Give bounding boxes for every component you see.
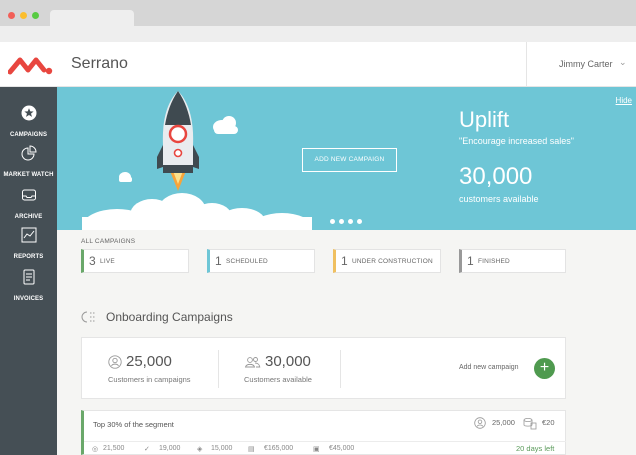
segment-metric: 15,000 bbox=[211, 445, 233, 452]
sidebar-item-label: CAMPAIGNS bbox=[9, 132, 48, 138]
status-finished[interactable]: 1 FINISHED bbox=[459, 249, 566, 273]
stat-divider bbox=[218, 350, 219, 388]
status-live[interactable]: 3 LIVE bbox=[81, 249, 189, 273]
star-icon bbox=[21, 105, 36, 121]
segment-divider bbox=[84, 441, 566, 442]
sidebar-item-archive[interactable]: ARCHIVE bbox=[0, 187, 57, 223]
tag-icon: ◈ bbox=[197, 446, 203, 453]
hero-count: 30,000 bbox=[459, 163, 533, 190]
sidebar-item-label: MARKET WATCH bbox=[3, 172, 54, 178]
eye-icon: ◎ bbox=[92, 446, 99, 453]
customers-in-campaigns-label: Customers in campaigns bbox=[108, 375, 191, 384]
status-label: SCHEDULED bbox=[226, 258, 268, 265]
onboarding-stats-panel: 25,000 Customers in campaigns 30,000 Cus… bbox=[81, 337, 566, 399]
sidebar-item-campaigns[interactable]: CAMPAIGNS bbox=[0, 105, 57, 141]
status-count: 3 bbox=[89, 254, 96, 268]
add-campaign-plus-button[interactable]: + bbox=[534, 358, 555, 379]
segment-metric: 21,500 bbox=[103, 445, 125, 452]
main-content: ALL CAMPAIGNS 3 LIVE 1 SCHEDULED 1 UNDER… bbox=[57, 230, 636, 455]
status-under-construction[interactable]: 1 UNDER CONSTRUCTION bbox=[333, 249, 441, 273]
status-label: LIVE bbox=[100, 258, 115, 265]
carousel-dot[interactable] bbox=[330, 219, 335, 224]
status-count: 1 bbox=[341, 254, 348, 268]
status-count: 1 bbox=[467, 254, 474, 268]
user-circle-icon bbox=[108, 355, 122, 369]
users-icon bbox=[244, 357, 261, 368]
check-circle-icon: ✓ bbox=[144, 446, 150, 453]
sidebar-item-reports[interactable]: REPORTS bbox=[0, 227, 57, 263]
days-left: 20 days left bbox=[516, 444, 555, 453]
section-title: Onboarding Campaigns bbox=[106, 310, 233, 324]
chevron-down-icon[interactable]: ⌄ bbox=[619, 57, 627, 68]
serrano-logo-icon[interactable] bbox=[8, 56, 54, 76]
segment-price: €20 bbox=[542, 418, 555, 427]
segment-card[interactable]: Top 30% of the segment 25,000 €20 ◎ 21,5… bbox=[81, 410, 566, 455]
status-count: 1 bbox=[215, 254, 222, 268]
customers-in-campaigns-value: 25,000 bbox=[126, 353, 172, 370]
sidebar-item-market-watch[interactable]: MARKET WATCH bbox=[0, 145, 57, 181]
sidebar: CAMPAIGNS MARKET WATCH ARCHIVE REPORTS I… bbox=[0, 87, 57, 455]
add-new-campaign-label[interactable]: Add new campaign bbox=[459, 364, 519, 371]
wallet-icon: ▣ bbox=[313, 446, 320, 453]
inbox-icon bbox=[21, 189, 36, 201]
hero-subtitle: "Encourage increased sales" bbox=[459, 136, 574, 146]
stat-divider bbox=[340, 350, 341, 388]
status-label: FINISHED bbox=[478, 258, 510, 265]
add-new-campaign-button[interactable]: ADD NEW CAMPAIGN bbox=[302, 148, 397, 172]
onboarding-icon bbox=[81, 311, 96, 323]
hero-banner: Hide ADD NEW CAMPAIGN Uplift "Encourage … bbox=[57, 87, 636, 230]
sidebar-item-label: INVOICES bbox=[13, 296, 44, 302]
segment-metric: 19,000 bbox=[159, 445, 181, 452]
user-menu[interactable]: Jimmy Carter bbox=[559, 59, 613, 69]
invoice-icon bbox=[23, 269, 34, 285]
app-title: Serrano bbox=[71, 55, 128, 72]
browser-tab[interactable] bbox=[50, 10, 134, 26]
segment-title: Top 30% of the segment bbox=[93, 420, 174, 429]
carousel-dots bbox=[330, 211, 366, 229]
customers-available-value: 30,000 bbox=[265, 353, 311, 370]
carousel-dot[interactable] bbox=[357, 219, 362, 224]
sidebar-item-label: ARCHIVE bbox=[14, 214, 43, 220]
coins-icon bbox=[523, 418, 537, 430]
status-label: UNDER CONSTRUCTION bbox=[352, 258, 433, 265]
window-minimize-button[interactable] bbox=[20, 12, 27, 19]
cash-icon: ▤ bbox=[248, 446, 255, 453]
header-divider bbox=[526, 42, 527, 87]
sidebar-item-invoices[interactable]: INVOICES bbox=[0, 269, 57, 305]
line-chart-icon bbox=[21, 227, 36, 243]
user-circle-icon bbox=[474, 417, 486, 429]
segment-metric: €165,000 bbox=[264, 445, 294, 452]
customers-available-label: Customers available bbox=[244, 375, 312, 384]
sidebar-item-label: REPORTS bbox=[13, 254, 44, 260]
browser-toolbar bbox=[0, 26, 636, 42]
carousel-dot[interactable] bbox=[339, 219, 344, 224]
pie-chart-icon bbox=[21, 145, 37, 161]
hide-link[interactable]: Hide bbox=[616, 96, 632, 105]
hero-count-label: customers available bbox=[459, 194, 539, 204]
status-scheduled[interactable]: 1 SCHEDULED bbox=[207, 249, 315, 273]
window-maximize-button[interactable] bbox=[32, 12, 39, 19]
app-header: Serrano Jimmy Carter ⌄ bbox=[0, 42, 636, 87]
segment-metric: €45,000 bbox=[329, 445, 355, 452]
segment-customers: 25,000 bbox=[492, 418, 515, 427]
window-close-button[interactable] bbox=[8, 12, 15, 19]
carousel-dot[interactable] bbox=[348, 219, 353, 224]
browser-chrome bbox=[0, 0, 636, 42]
hero-title: Uplift bbox=[459, 107, 510, 132]
all-campaigns-heading: ALL CAMPAIGNS bbox=[81, 238, 136, 245]
